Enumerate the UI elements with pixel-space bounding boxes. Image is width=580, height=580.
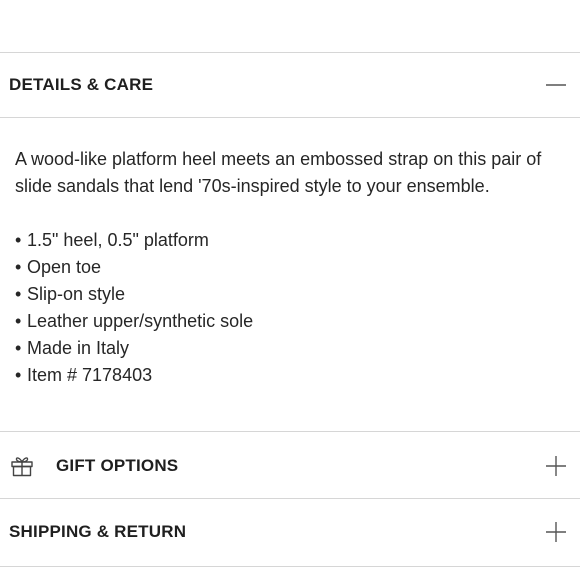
plus-icon[interactable] [544, 520, 568, 544]
gift-options-header[interactable]: GIFT OPTIONS [0, 434, 580, 498]
feature-text: Item # 7178403 [27, 365, 153, 385]
product-accordion: DETAILS & CARE A wood-like platform heel… [0, 0, 580, 580]
feature-list: • 1.5" heel, 0.5" platform • Open toe • Sli… [15, 227, 575, 389]
details-care-title: DETAILS & CARE [9, 75, 154, 94]
shipping-return-title: SHIPPING & RETURN [9, 522, 187, 541]
details-care-header[interactable]: DETAILS & CARE [0, 53, 580, 117]
divider-shipping-top [0, 498, 580, 499]
divider-gift-top [0, 431, 580, 432]
feature-item: • Item # 7178403 [15, 365, 153, 385]
divider-bottom [0, 566, 580, 567]
gift-options-title: GIFT OPTIONS [56, 456, 179, 475]
feature-item: • Slip-on style [15, 284, 126, 304]
feature-text: Made in Italy [27, 338, 130, 358]
feature-item: • Made in Italy [15, 338, 130, 358]
feature-text: Leather upper/synthetic sole [27, 311, 254, 331]
feature-item: • 1.5" heel, 0.5" platform [15, 230, 209, 250]
feature-item: • Leather upper/synthetic sole [15, 311, 254, 331]
feature-text: Open toe [27, 257, 102, 277]
divider-details [0, 117, 580, 118]
minus-icon[interactable] [544, 73, 568, 97]
product-description: A wood-like platform heel meets an embos… [15, 149, 542, 196]
shipping-return-header[interactable]: SHIPPING & RETURN [0, 500, 580, 564]
plus-icon[interactable] [544, 454, 568, 478]
feature-text: 1.5" heel, 0.5" platform [27, 230, 209, 250]
details-care-content: A wood-like platform heel meets an embos… [15, 146, 575, 389]
feature-text: Slip-on style [27, 284, 126, 304]
feature-item: • Open toe [15, 257, 102, 277]
gift-icon [9, 453, 35, 479]
